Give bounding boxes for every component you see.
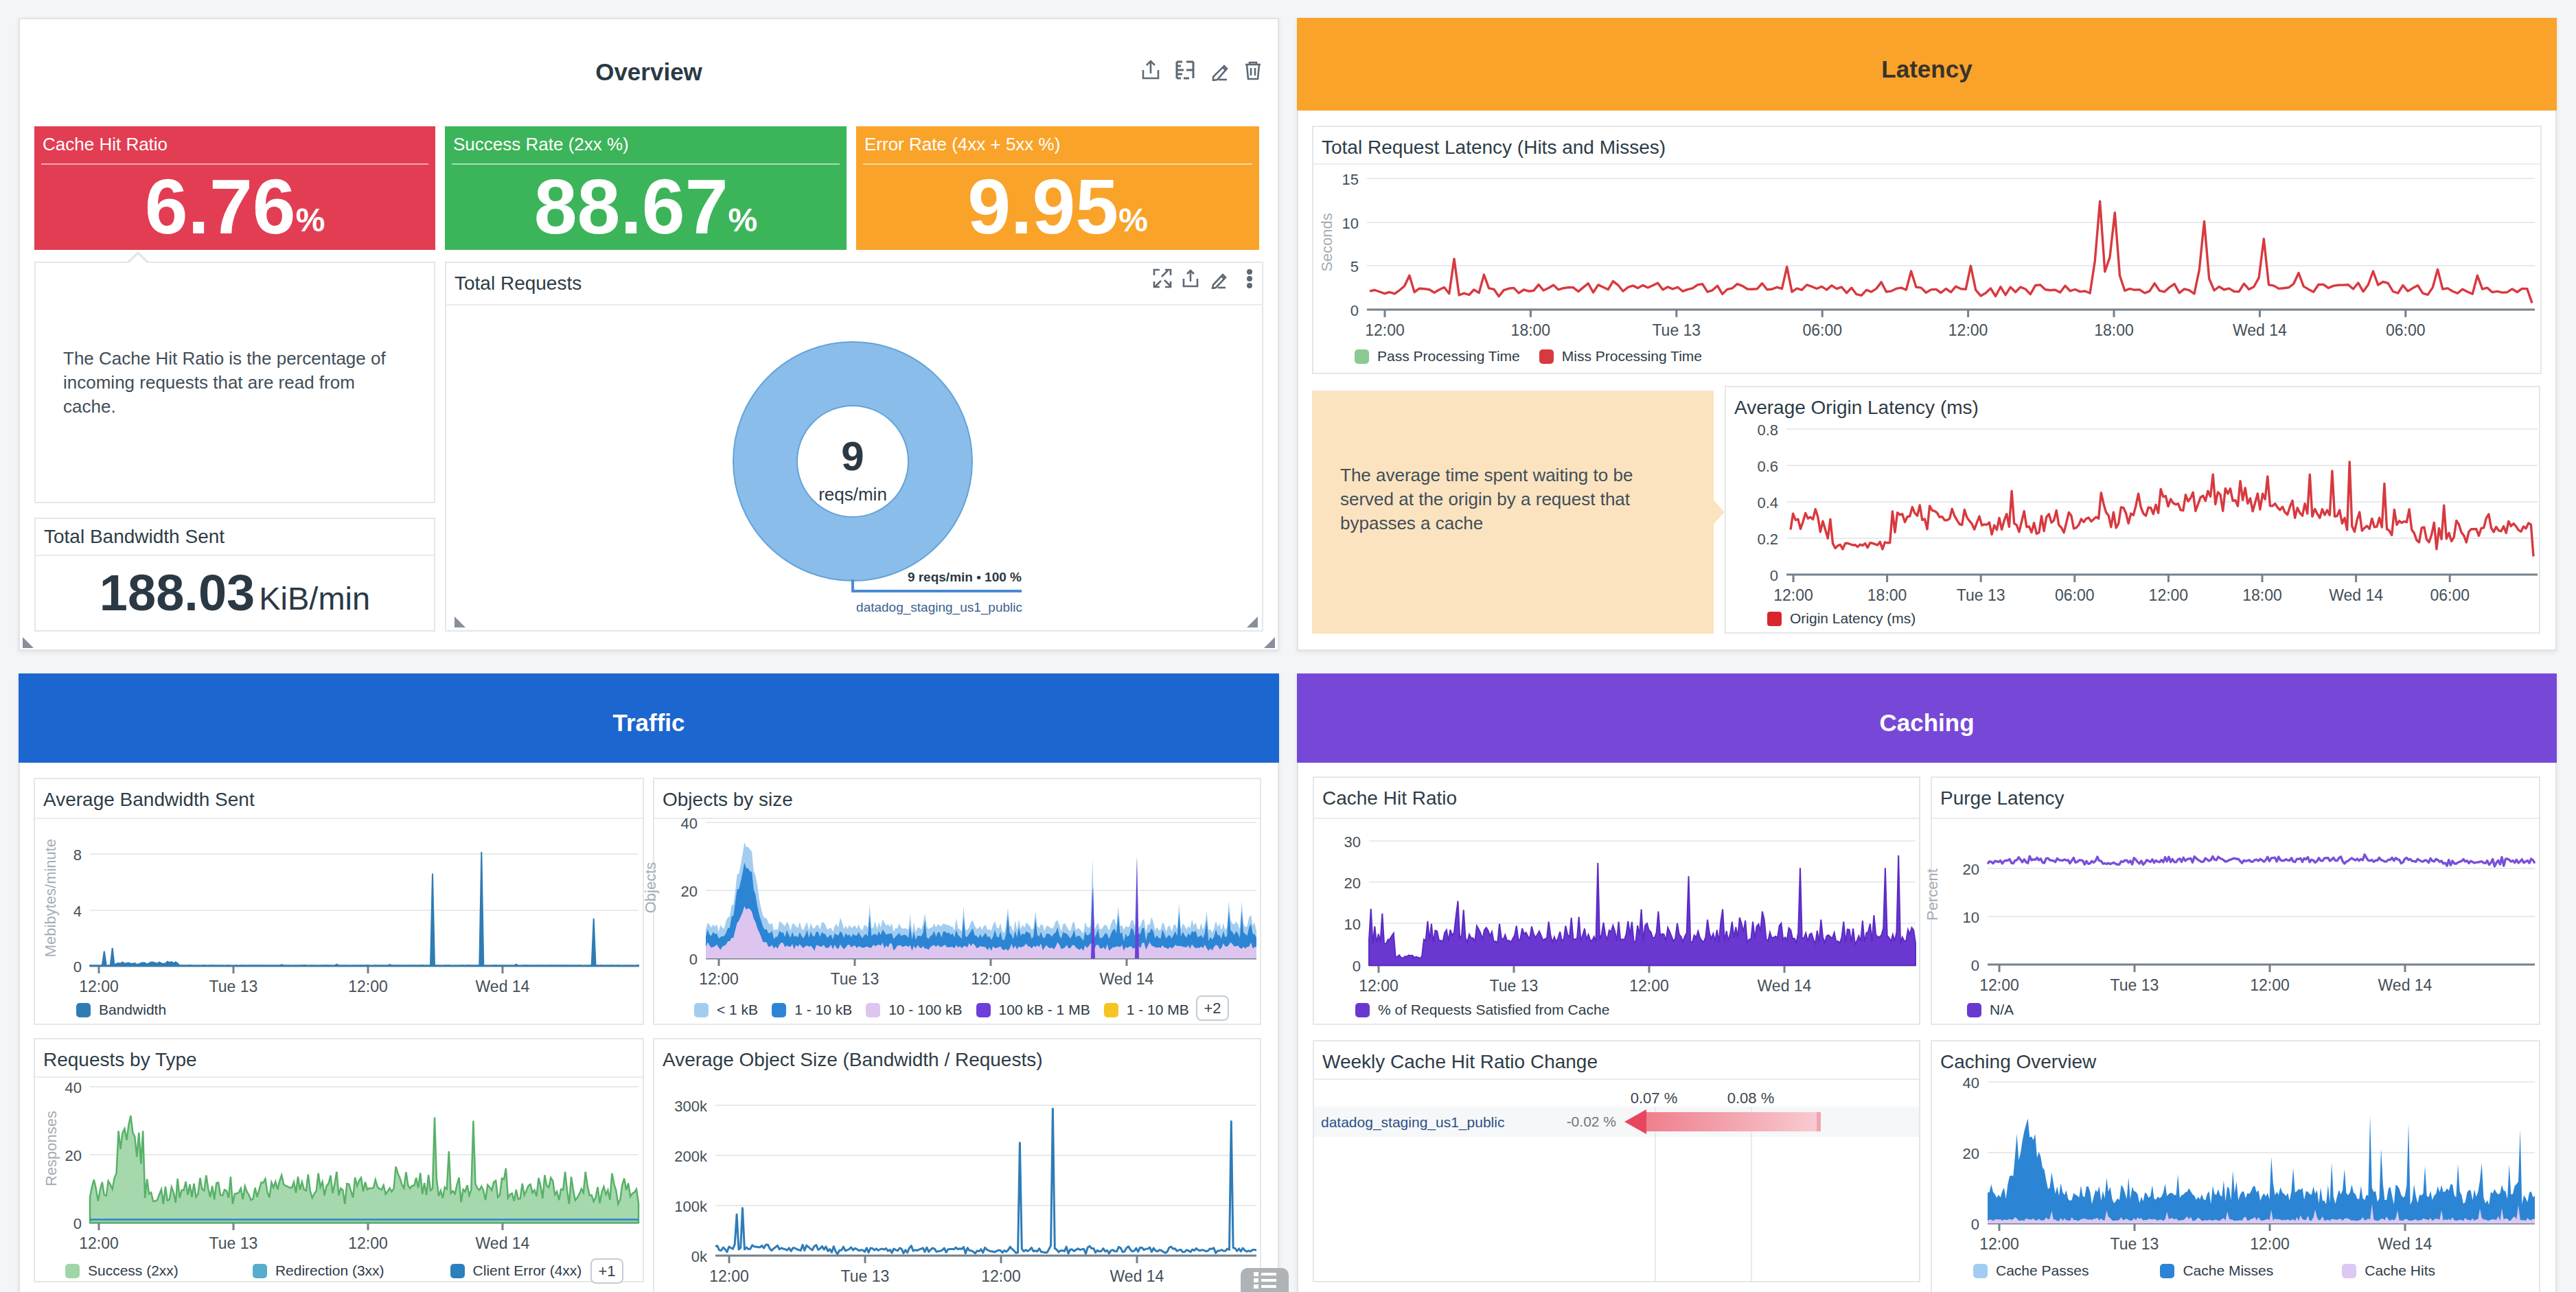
svg-text:Tue 13: Tue 13	[209, 1234, 258, 1252]
svg-text:06:00: 06:00	[1802, 321, 1842, 339]
svg-text:12:00: 12:00	[1773, 586, 1813, 604]
svg-text:Wed 14: Wed 14	[1110, 1267, 1164, 1285]
svg-text:Wed 14: Wed 14	[2378, 1235, 2433, 1253]
svg-text:-0.02 %: -0.02 %	[1567, 1114, 1616, 1129]
svg-text:0: 0	[1971, 1216, 1979, 1233]
svg-text:8: 8	[73, 846, 82, 864]
svg-text:0: 0	[1770, 567, 1778, 584]
svg-text:0: 0	[1350, 302, 1359, 319]
svg-text:10: 10	[1963, 909, 1979, 926]
svg-text:200k: 200k	[674, 1148, 708, 1165]
svg-text:18:00: 18:00	[2094, 321, 2134, 339]
svg-text:Tue 13: Tue 13	[1957, 586, 2005, 604]
svg-text:0: 0	[689, 951, 698, 968]
svg-text:12:00: 12:00	[1365, 321, 1405, 339]
svg-text:12:00: 12:00	[2250, 1235, 2290, 1253]
svg-text:Wed 14: Wed 14	[2378, 976, 2433, 994]
svg-text:300k: 300k	[674, 1098, 708, 1115]
svg-text:0: 0	[73, 958, 82, 976]
svg-text:0: 0	[1971, 957, 1979, 974]
svg-text:5: 5	[1350, 258, 1359, 275]
svg-text:12:00: 12:00	[348, 1234, 388, 1252]
svg-text:0.08 %: 0.08 %	[1727, 1089, 1775, 1107]
svg-text:18:00: 18:00	[1511, 321, 1551, 339]
svg-text:12:00: 12:00	[79, 978, 119, 995]
svg-text:12:00: 12:00	[971, 970, 1011, 988]
svg-text:30: 30	[1344, 833, 1361, 851]
svg-text:12:00: 12:00	[79, 1234, 119, 1252]
svg-text:20: 20	[1963, 1145, 1979, 1162]
svg-text:0.07 %: 0.07 %	[1631, 1089, 1678, 1107]
svg-text:12:00: 12:00	[981, 1267, 1021, 1285]
svg-text:20: 20	[65, 1147, 82, 1164]
svg-text:10: 10	[1344, 916, 1361, 933]
svg-text:06:00: 06:00	[2430, 586, 2470, 604]
svg-text:Tue 13: Tue 13	[1652, 321, 1701, 339]
svg-text:12:00: 12:00	[709, 1267, 749, 1285]
svg-text:12:00: 12:00	[348, 978, 388, 995]
svg-text:12:00: 12:00	[1979, 1235, 2019, 1253]
svg-text:0.6: 0.6	[1757, 458, 1778, 475]
svg-text:0k: 0k	[691, 1248, 708, 1265]
svg-text:40: 40	[1963, 1075, 1979, 1092]
svg-text:Wed 14: Wed 14	[476, 978, 530, 995]
svg-text:Tue 13: Tue 13	[209, 978, 258, 995]
svg-text:Wed 14: Wed 14	[1758, 977, 1812, 995]
svg-text:Tue 13: Tue 13	[831, 970, 879, 988]
svg-text:06:00: 06:00	[2386, 321, 2426, 339]
svg-text:20: 20	[681, 883, 698, 900]
svg-text:12:00: 12:00	[1629, 977, 1669, 995]
svg-text:100k: 100k	[674, 1198, 708, 1215]
svg-text:12:00: 12:00	[2250, 976, 2290, 994]
svg-text:18:00: 18:00	[1867, 586, 1907, 604]
svg-text:20: 20	[1963, 861, 1979, 878]
svg-text:4: 4	[73, 903, 82, 920]
svg-text:40: 40	[65, 1079, 82, 1096]
svg-text:12:00: 12:00	[1979, 976, 2019, 994]
svg-text:Wed 14: Wed 14	[1100, 970, 1154, 988]
svg-text:Tue 13: Tue 13	[2111, 1235, 2159, 1253]
svg-text:20: 20	[1344, 875, 1361, 892]
svg-text:12:00: 12:00	[1359, 977, 1399, 995]
svg-text:10: 10	[1342, 215, 1359, 232]
svg-text:Tue 13: Tue 13	[2111, 976, 2159, 994]
svg-text:0.4: 0.4	[1757, 494, 1778, 511]
svg-text:0.8: 0.8	[1757, 422, 1778, 439]
svg-text:Tue 13: Tue 13	[1490, 977, 1539, 995]
svg-text:Wed 14: Wed 14	[2233, 321, 2287, 339]
svg-text:18:00: 18:00	[2242, 586, 2282, 604]
svg-text:0: 0	[1353, 958, 1361, 975]
svg-text:12:00: 12:00	[2149, 586, 2189, 604]
svg-text:0.2: 0.2	[1757, 531, 1778, 548]
svg-text:Tue 13: Tue 13	[841, 1267, 890, 1285]
svg-text:06:00: 06:00	[2055, 586, 2095, 604]
svg-text:15: 15	[1342, 171, 1359, 188]
svg-text:12:00: 12:00	[699, 970, 739, 988]
svg-text:40: 40	[681, 818, 698, 832]
svg-text:datadog_staging_us1_public: datadog_staging_us1_public	[1321, 1114, 1504, 1131]
svg-text:Wed 14: Wed 14	[2329, 586, 2383, 604]
svg-text:0: 0	[73, 1215, 82, 1232]
svg-text:Wed 14: Wed 14	[476, 1234, 530, 1252]
svg-text:12:00: 12:00	[1948, 321, 1988, 339]
